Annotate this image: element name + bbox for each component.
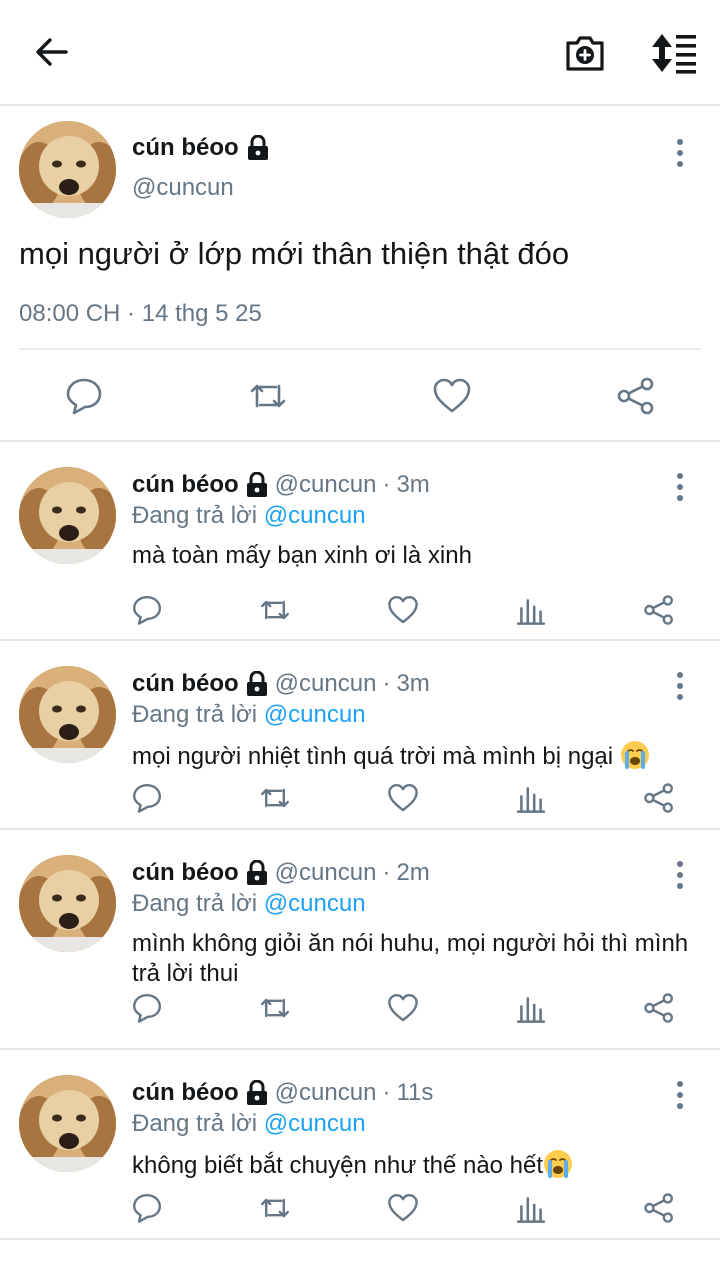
arrow-left-icon[interactable] [34,34,70,70]
display-name-text: cún béoo [132,134,239,161]
retweet-icon[interactable] [259,1192,291,1224]
display-name: cún béoo [132,471,239,498]
avatar[interactable] [19,121,116,218]
analytics-icon[interactable] [515,1192,547,1224]
lock-icon [245,472,269,498]
lock-icon [245,860,269,886]
avatar[interactable] [19,666,116,763]
reply-text: không biết bắt chuyện như thế nào hết [132,1149,707,1181]
camera-plus-icon[interactable] [564,32,606,74]
reply-tweet[interactable]: cún béoo @cuncun · 3m Đang trả lời @cuncun mọ… [0,641,720,830]
analytics-icon[interactable] [515,782,547,814]
reply-text-content: mình không giỏi ăn nói huhu, mọi người h… [132,930,689,987]
more-options-icon[interactable] [668,860,692,890]
display-name: cún béoo [132,859,239,886]
replying-prefix: Đang trả lời [132,890,258,917]
reply-icon[interactable] [131,782,163,814]
lock-icon [245,1080,269,1106]
reply-tweet[interactable]: cún béoo @cuncun · 3m Đang trả lời @cuncun mà… [0,442,720,641]
display-name: cún béoo [132,670,239,697]
divider [19,348,701,350]
like-icon[interactable] [387,594,419,626]
separator-dot: · [382,670,391,697]
share-icon[interactable] [643,1192,675,1224]
share-icon[interactable] [616,376,656,416]
lock-icon [245,671,269,697]
crying-face-emoji-icon [543,1150,573,1179]
like-icon[interactable] [387,1192,419,1224]
like-icon[interactable] [387,782,419,814]
separator-dot: · [382,859,391,886]
replying-prefix: Đang trả lời [132,701,258,728]
reply-tweet[interactable]: cún béoo @cuncun · 2m Đang trả lời @cuncun mì… [0,830,720,1050]
display-name: cún béoo [132,134,270,162]
mention-link[interactable]: @cuncun [264,502,366,529]
replying-to: Đang trả lời @cuncun [132,502,366,530]
sort-lines-icon[interactable] [650,32,698,74]
reply-text-content: mọi người nhiệt tình quá trời mà mình bị… [132,743,620,770]
handle[interactable]: @cuncun [275,670,377,698]
retweet-icon[interactable] [259,992,291,1024]
handle[interactable]: @cuncun [275,859,377,887]
timestamp: 2m [396,859,430,886]
replying-prefix: Đang trả lời [132,1110,258,1137]
tweet-text: mọi người ở lớp mới thân thiện thật đóo [19,236,570,271]
separator-dot: · [382,1079,391,1106]
replying-to: Đang trả lời @cuncun [132,701,366,729]
avatar[interactable] [19,855,116,952]
mention-link[interactable]: @cuncun [264,701,366,728]
reply-text-content: mà toàn mấy bạn xinh ơi là xinh [132,542,472,569]
reply-tweet[interactable]: cún béoo @cuncun · 11s Đang trả lời @cuncun k… [0,1050,720,1240]
avatar[interactable] [19,1075,116,1172]
reply-header: cún béoo @cuncun · 3m [132,670,430,698]
timestamp: 11s [396,1079,434,1106]
tweet-timestamp: 08:00 CH · 14 thg 5 25 [19,300,262,327]
handle[interactable]: @cuncun [275,1079,377,1107]
more-options-icon[interactable] [668,138,692,168]
display-name: cún béoo [132,1079,239,1106]
reply-icon[interactable] [131,992,163,1024]
reply-text: mình không giỏi ăn nói huhu, mọi người h… [132,929,707,989]
like-icon[interactable] [387,992,419,1024]
share-icon[interactable] [643,992,675,1024]
share-icon[interactable] [643,594,675,626]
analytics-icon[interactable] [515,594,547,626]
replying-to: Đang trả lời @cuncun [132,890,366,918]
retweet-icon[interactable] [259,782,291,814]
reply-icon[interactable] [131,594,163,626]
analytics-icon[interactable] [515,992,547,1024]
reply-header: cún béoo @cuncun · 2m [132,859,430,887]
reply-icon[interactable] [64,376,104,416]
reply-text: mọi người nhiệt tình quá trời mà mình bị… [132,740,707,772]
top-bar [0,0,720,106]
handle[interactable]: @cuncun [275,471,377,499]
like-icon[interactable] [432,376,472,416]
reply-text: mà toàn mấy bạn xinh ơi là xinh [132,541,707,571]
share-icon[interactable] [643,782,675,814]
reply-icon[interactable] [131,1192,163,1224]
timestamp: 3m [396,670,430,697]
replying-prefix: Đang trả lời [132,502,258,529]
retweet-icon[interactable] [259,594,291,626]
mention-link[interactable]: @cuncun [264,890,366,917]
more-options-icon[interactable] [668,671,692,701]
reply-text-content: không biết bắt chuyện như thế nào hết [132,1152,544,1179]
avatar[interactable] [19,467,116,564]
timestamp: 3m [396,471,430,498]
reply-header: cún béoo @cuncun · 3m [132,471,430,499]
more-options-icon[interactable] [668,1080,692,1110]
more-options-icon[interactable] [668,472,692,502]
main-tweet: cún béoo @cuncun mọi người ở lớp mới thâ… [0,108,720,442]
retweet-icon[interactable] [248,376,288,416]
mention-link[interactable]: @cuncun [264,1110,366,1137]
separator-dot: · [382,471,391,498]
reply-header: cún béoo @cuncun · 11s [132,1079,433,1107]
replying-to: Đang trả lời @cuncun [132,1110,366,1138]
handle[interactable]: @cuncun [132,174,234,202]
lock-icon [246,135,270,161]
crying-face-emoji-icon [620,741,650,770]
